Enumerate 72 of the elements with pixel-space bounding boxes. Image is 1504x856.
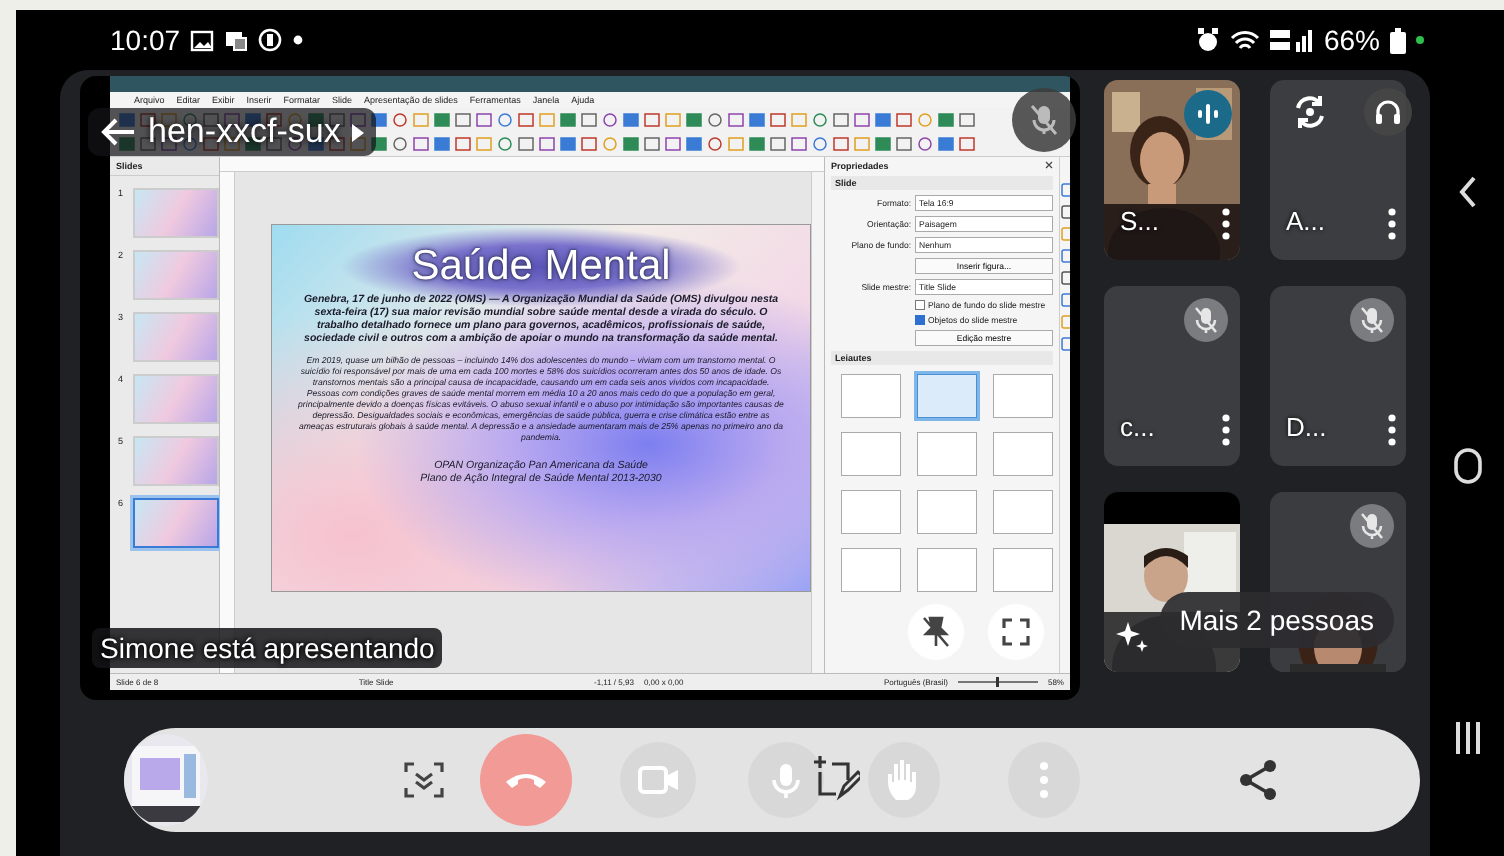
screen-preview-button[interactable] [124,734,208,826]
fullscreen-icon [1002,618,1030,646]
recents-icon[interactable] [1451,720,1483,756]
slide-thumbnail[interactable] [133,188,219,238]
slide-thumbnail[interactable] [133,436,219,486]
participant-name: S... [1120,206,1160,236]
layout-thumbnail[interactable] [917,548,977,592]
participant-name: A... [1286,206,1326,236]
caret-icon[interactable] [352,123,365,141]
layout-thumbnail[interactable] [841,490,901,534]
layout-thumbnail[interactable] [917,374,977,418]
participant-name: D... [1286,412,1327,442]
collapse-icon [400,756,448,804]
slide-thumbnail[interactable] [133,312,219,362]
back-icon[interactable] [1455,174,1479,210]
mic-off-icon [1030,104,1058,136]
layout-thumbnail[interactable] [993,548,1053,592]
home-icon[interactable] [1451,445,1483,485]
slide-thumbnail[interactable] [133,374,219,424]
share-icon [1236,758,1280,802]
more-icon[interactable] [1388,208,1396,240]
mic-off-icon [1360,306,1384,334]
end-call-button[interactable] [480,734,572,826]
slide-thumbnail[interactable] [133,498,219,548]
layout-thumbnail[interactable] [917,490,977,534]
clock: 10:07 [110,24,181,56]
back-arrow-icon[interactable] [100,118,136,146]
participant-tile[interactable]: A... [1270,80,1406,260]
signal-icon [1269,28,1314,52]
annotate-button[interactable] [812,754,860,806]
mic-off-icon [1194,306,1218,334]
checkbox[interactable] [915,315,925,325]
microphone-button[interactable] [748,742,824,818]
participant-tile[interactable]: c... [1104,286,1240,466]
end-call-icon [506,772,546,788]
pin-off-icon [922,616,950,648]
sparkle-icon[interactable] [1116,620,1148,652]
more-icon [1040,762,1048,798]
layout-thumbnail[interactable] [993,490,1053,534]
checkbox[interactable] [915,300,925,310]
image-icon [190,29,215,51]
audio-bars-icon [1196,102,1220,126]
meeting-code: hen-xxcf-sux [148,112,341,152]
layout-thumbnail[interactable] [841,374,901,418]
participant-name: c... [1120,412,1155,442]
battery-icon [1390,27,1406,53]
badge-icon [258,28,283,52]
dot-icon [1416,36,1424,44]
switch-camera-icon[interactable] [1290,92,1330,132]
participant-tile[interactable]: D... [1270,286,1406,466]
dot-icon [292,34,305,46]
annotate-icon [812,754,860,806]
layout-thumbnail[interactable] [841,432,901,476]
layout-thumbnail[interactable] [993,432,1053,476]
microphone-icon [766,760,806,800]
slide-title: Saúde Mental [411,241,671,289]
more-icon[interactable] [1222,208,1230,240]
collapse-button[interactable] [400,756,448,804]
share-button[interactable] [1236,758,1280,802]
layout-thumbnail[interactable] [993,374,1053,418]
more-icon[interactable] [1388,414,1396,446]
battery-level: 66% [1323,24,1380,56]
wifi-icon [1229,28,1260,52]
slide-thumbnail[interactable] [133,250,219,300]
mic-off-icon [1360,512,1384,540]
more-people-button[interactable]: Mais 2 pessoas [1159,592,1394,648]
layout-thumbnail[interactable] [917,432,977,476]
alarm-icon [1195,28,1220,52]
more-icon[interactable] [1222,414,1230,446]
headphones-icon [1374,98,1402,126]
layout-thumbnail[interactable] [841,548,901,592]
presenter-label: Simone está apresentando [92,628,443,668]
